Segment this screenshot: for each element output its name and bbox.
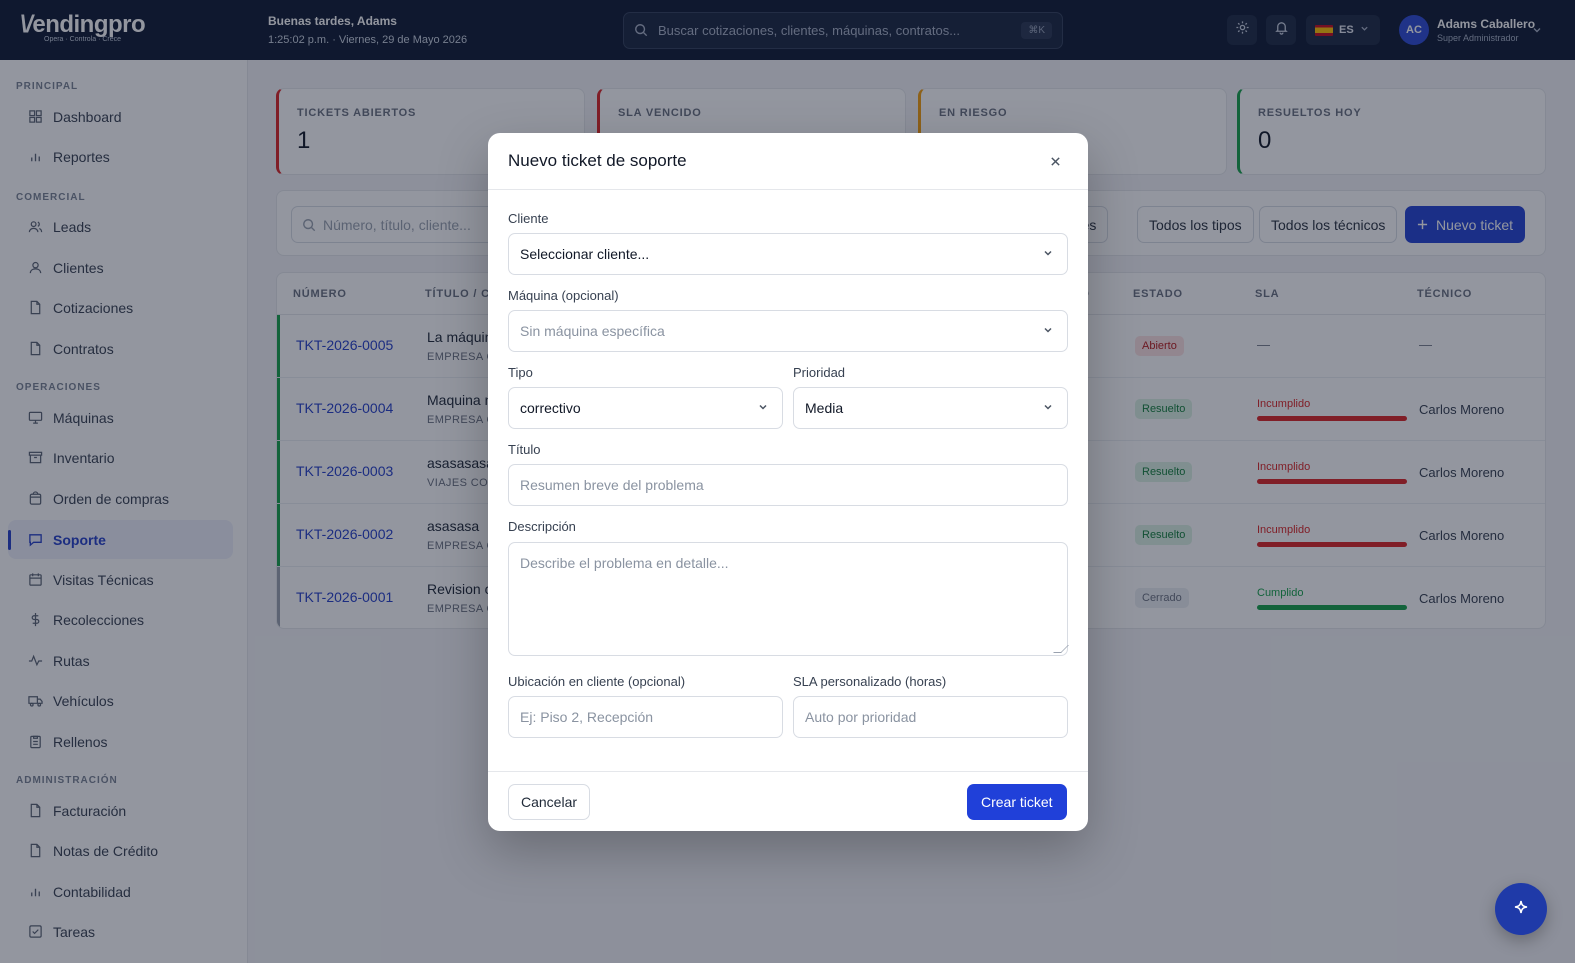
resize-handle-icon[interactable] [1053,645,1069,653]
create-ticket-button[interactable]: Crear ticket [967,784,1067,820]
priority-label: Prioridad [793,365,846,380]
close-icon [1050,156,1061,167]
description-label: Descripción [508,519,576,534]
sparkle-icon [1511,899,1531,919]
sla-hours-label: SLA personalizado (horas) [793,674,947,689]
modal-footer: Cancelar Crear ticket [488,771,1088,831]
new-ticket-modal: Nuevo ticket de soporte Cliente Seleccio… [488,133,1088,831]
type-select-value: correctivo [520,400,581,416]
title-label: Título [508,442,541,457]
machine-label: Máquina (opcional) [508,288,619,303]
priority-select-value: Media [805,400,844,416]
chevron-down-icon [1042,247,1056,261]
machine-select-value: Sin máquina específica [520,323,665,339]
type-select[interactable]: correctivo [508,387,783,429]
type-label: Tipo [508,365,533,380]
description-placeholder: Describe el problema en detalle... [520,555,729,571]
modal-header: Nuevo ticket de soporte [488,133,1088,190]
machine-select[interactable]: Sin máquina específica [508,310,1068,352]
description-textarea[interactable]: Describe el problema en detalle... [508,542,1069,656]
cancel-button[interactable]: Cancelar [508,784,591,820]
ai-assistant-button[interactable] [1495,883,1547,935]
location-input[interactable]: Ej: Piso 2, Recepción [508,696,783,738]
client-select[interactable]: Seleccionar cliente... [508,233,1068,275]
modal-title: Nuevo ticket de soporte [508,151,687,170]
chevron-down-icon [1042,324,1056,338]
client-select-value: Seleccionar cliente... [520,246,650,262]
sla-hours-placeholder: Auto por prioridad [805,709,917,725]
location-input-placeholder: Ej: Piso 2, Recepción [520,709,654,725]
sla-hours-input[interactable]: Auto por prioridad [793,696,1068,738]
title-input[interactable]: Resumen breve del problema [508,464,1068,506]
location-label: Ubicación en cliente (opcional) [508,674,686,689]
chevron-down-icon [1042,401,1056,415]
close-button[interactable] [1046,152,1064,170]
client-label: Cliente [508,211,549,226]
title-input-placeholder: Resumen breve del problema [520,477,704,493]
priority-select[interactable]: Media [793,387,1068,429]
chevron-down-icon [757,401,771,415]
